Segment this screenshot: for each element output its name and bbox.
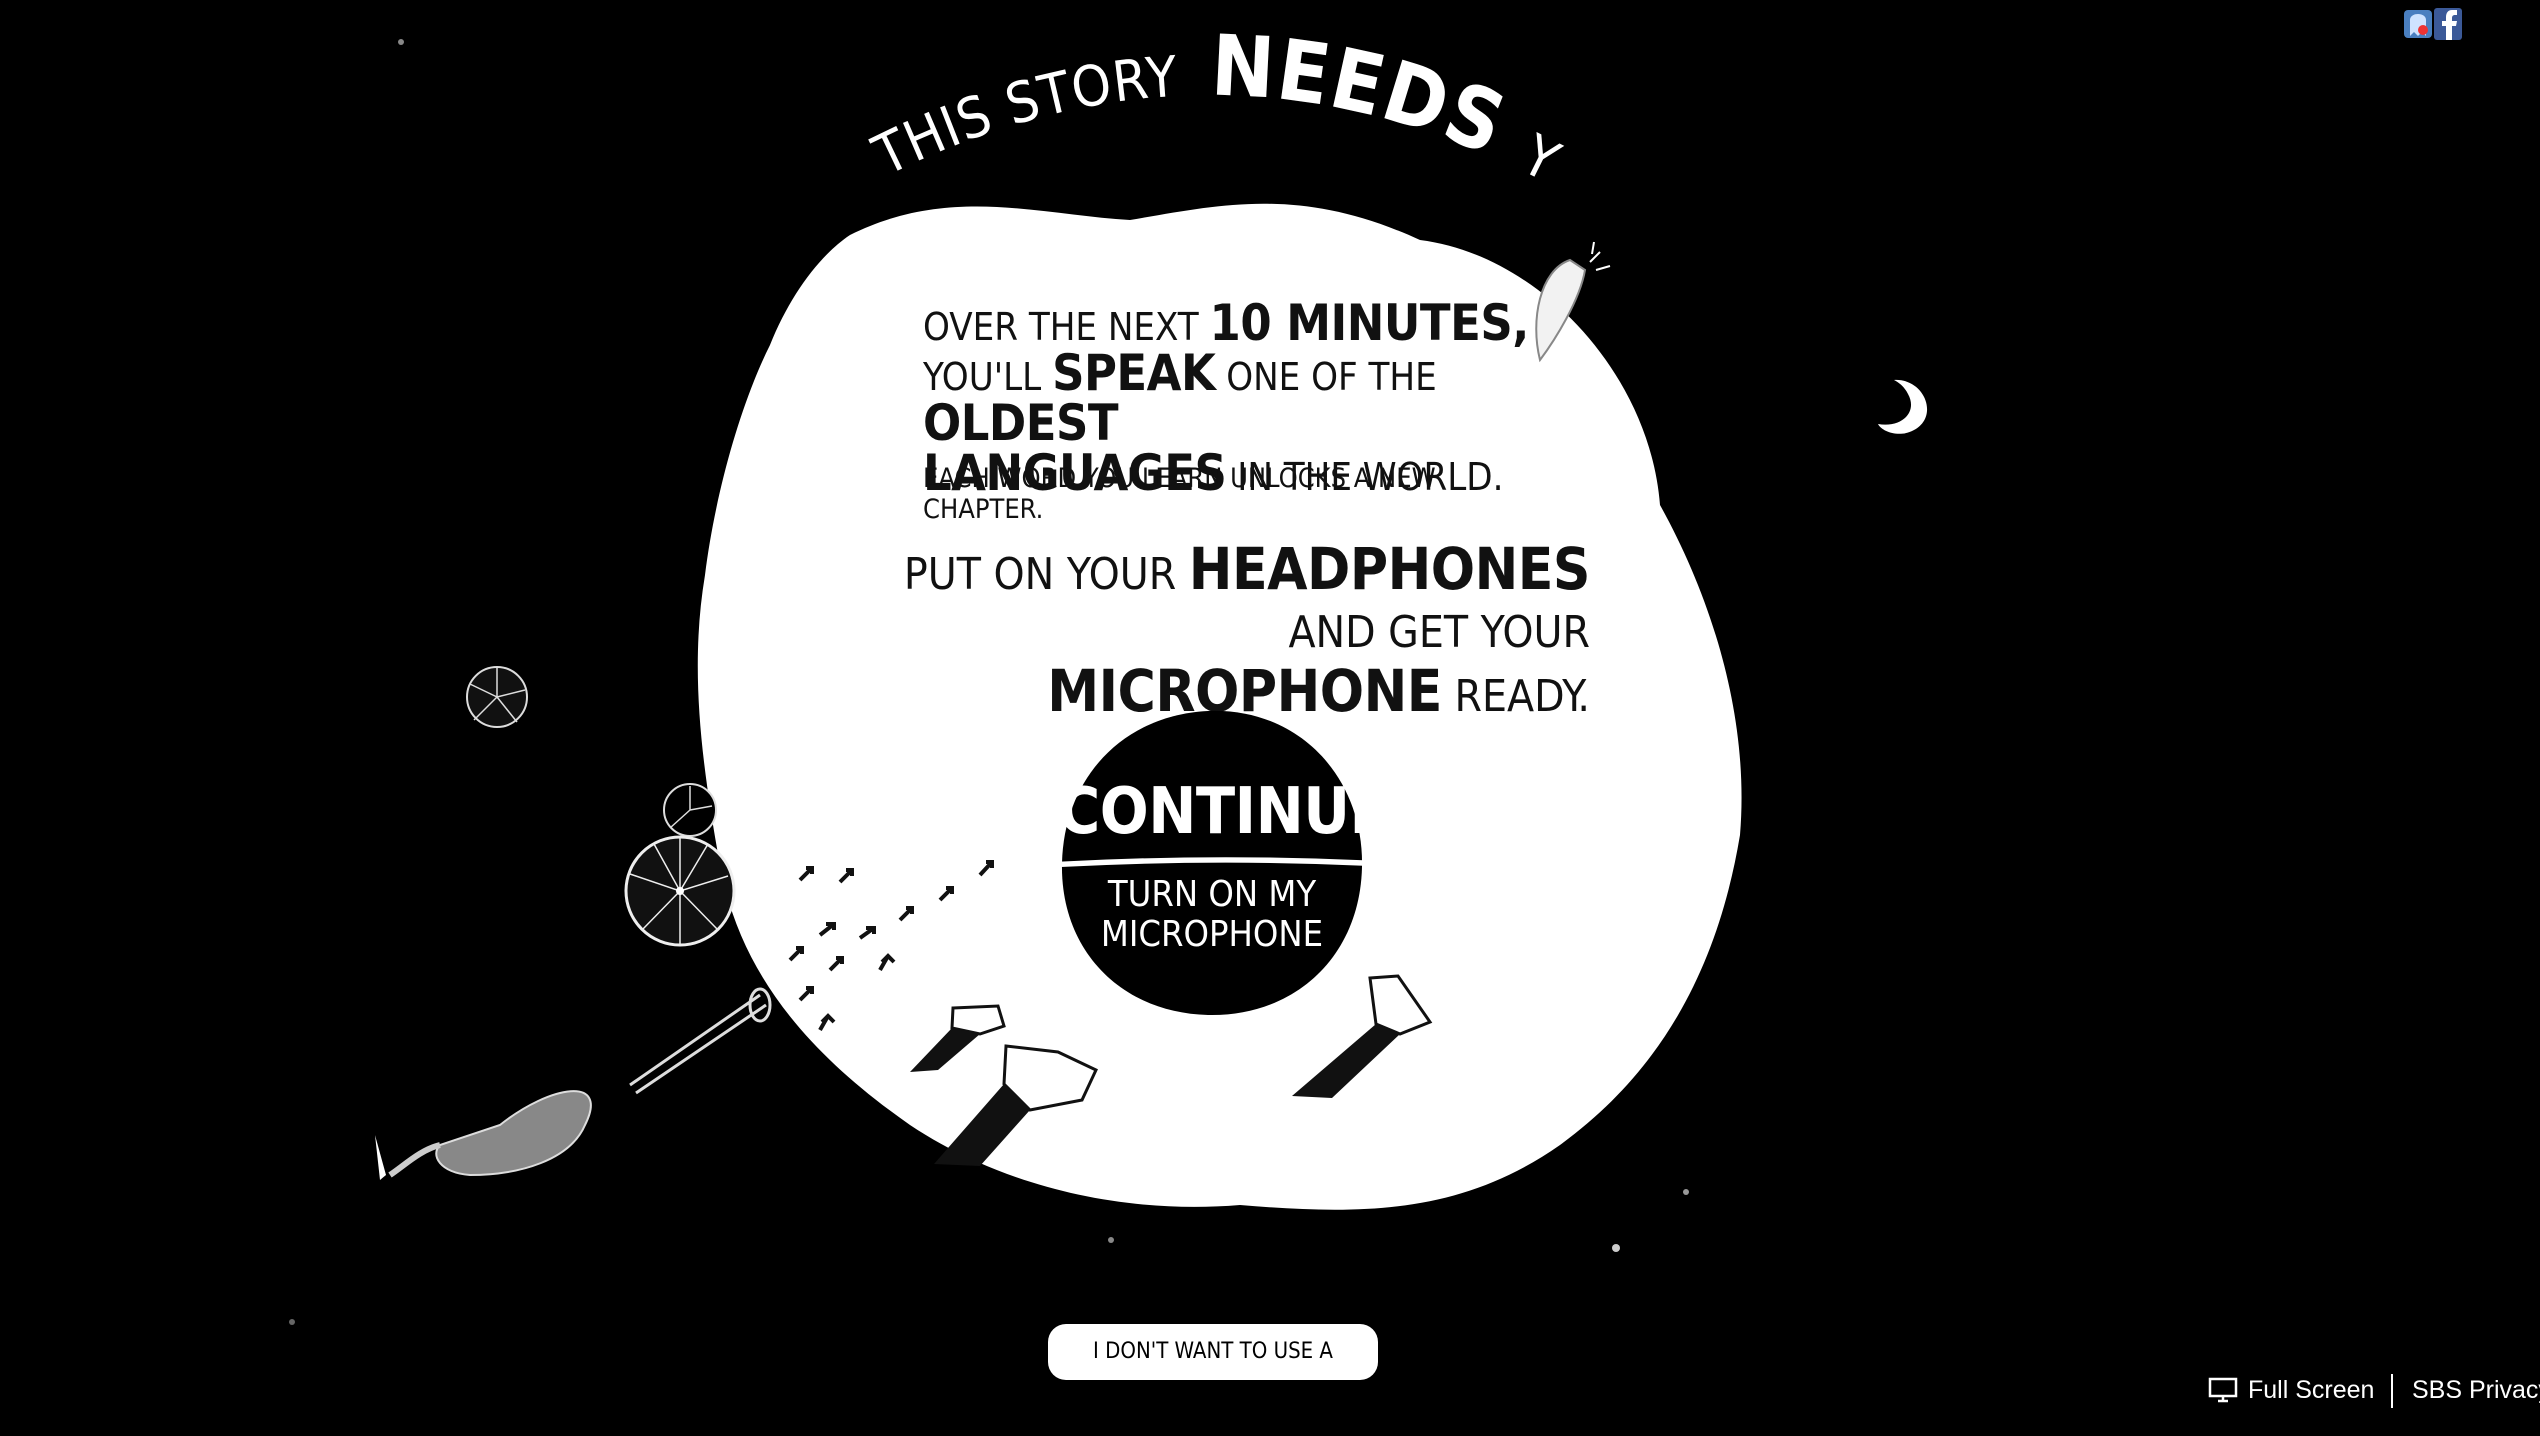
headphones-seg5: READY. xyxy=(1441,671,1591,722)
rock-medium-illustration xyxy=(934,1044,1098,1166)
headphones-instruction: PUT ON YOUR HEADPHONES AND GET YOUR MICR… xyxy=(820,540,1591,726)
headline-needs: NEEDS xyxy=(1209,16,1519,174)
intro-ten-minutes: 10 MINUTES, xyxy=(1209,294,1530,352)
lily-pad-small-illustration xyxy=(466,666,528,728)
monitor-icon xyxy=(2208,1377,2238,1403)
intro-seg5: ONE OF THE xyxy=(1215,355,1437,399)
headphones-seg1: PUT ON YOUR xyxy=(903,549,1189,600)
no-microphone-button[interactable]: I DON'T WANT TO USE A MICROPHONE xyxy=(1048,1324,1378,1420)
page: THIS STORY NEEDS YOUR VOICE. OVER THE NE… xyxy=(0,0,2540,1432)
intro-seg1: OVER THE NEXT xyxy=(923,305,1210,349)
headphones-seg3: AND GET YOUR xyxy=(1288,607,1590,658)
heron-illustration xyxy=(375,987,772,1180)
continue-sublabel: TURN ON MY MICROPHONE xyxy=(1098,875,1326,955)
fullscreen-label: Full Screen xyxy=(2248,1375,2375,1404)
footer-divider xyxy=(2391,1374,2393,1408)
headline: THIS STORY NEEDS YOUR VOICE. xyxy=(767,0,1567,195)
moon-illustration xyxy=(1878,379,1928,434)
svg-text:THIS STORY NEEDS: THIS STORY NEEDS YOUR VOICE. xyxy=(767,0,1568,195)
continue-sub-line2: MICROPHONE xyxy=(1100,914,1324,955)
facebook-icon[interactable] xyxy=(2434,6,2462,42)
rock-large-illustration xyxy=(1292,974,1433,1098)
ghost-extension-icon[interactable] xyxy=(2404,6,2432,42)
headline-part-1: THIS STORY xyxy=(863,45,1180,190)
lily-pad-large-illustration xyxy=(624,835,736,947)
chapter-note: EACH WORD YOU LEARN UNLOCKS A NEW CHAPTE… xyxy=(923,463,1436,525)
extension-icons xyxy=(2404,6,2464,42)
continue-sub-line1: TURN ON MY xyxy=(1107,874,1317,915)
fullscreen-button[interactable]: Full Screen xyxy=(2208,1372,2374,1408)
headphones-word: HEADPHONES xyxy=(1188,535,1591,603)
feather-illustration xyxy=(1535,241,1611,363)
privacy-link[interactable]: SBS Privacy xyxy=(2412,1372,2540,1408)
intro-seg3: YOU'LL xyxy=(923,355,1053,399)
